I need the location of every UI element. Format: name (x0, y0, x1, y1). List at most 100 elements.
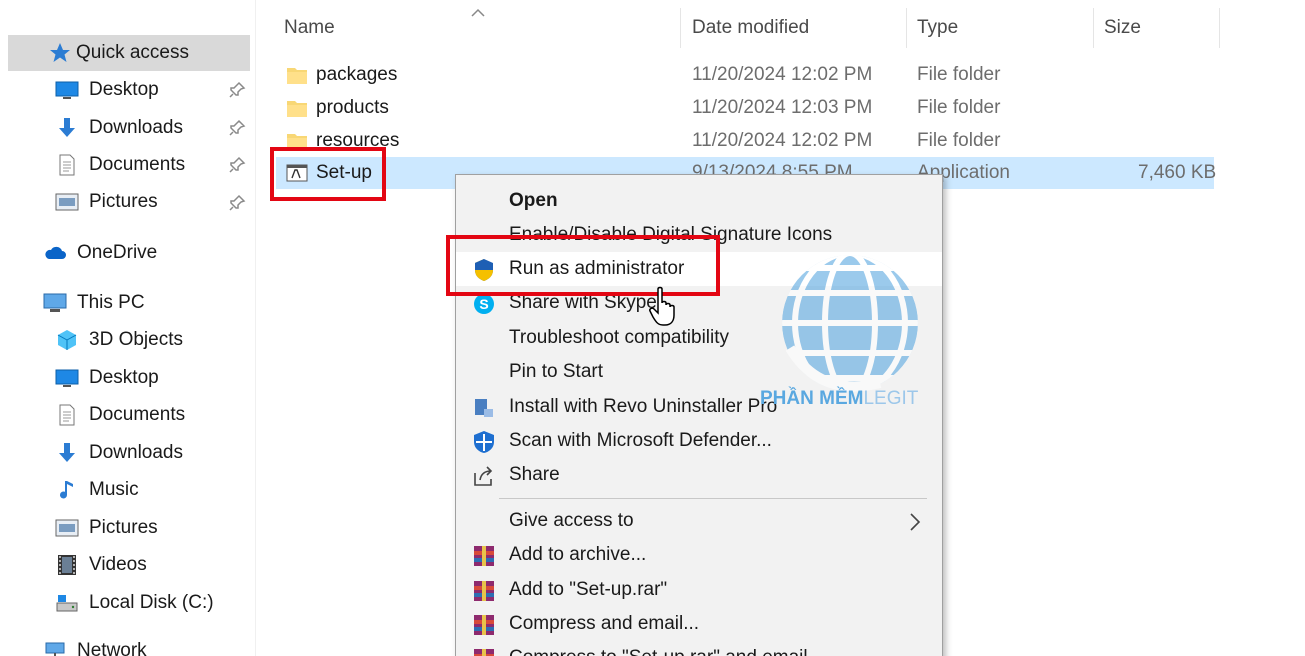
watermark-brand: PHẦN MỀM (760, 388, 864, 409)
column-divider[interactable] (1219, 8, 1220, 48)
pictures-icon (55, 193, 79, 211)
menu-label: Give access to (509, 510, 634, 531)
folder-icon (287, 101, 307, 117)
column-header-type[interactable]: Type (917, 17, 958, 39)
column-divider[interactable] (680, 8, 681, 48)
nav-pc-music[interactable]: Music (55, 472, 139, 508)
menu-label: Scan with Microsoft Defender... (509, 430, 772, 451)
nav-quick-downloads[interactable]: Downloads (55, 110, 183, 146)
winrar-icon (474, 581, 494, 601)
file-date: 11/20/2024 12:02 PM (692, 64, 873, 85)
pin-icon[interactable] (228, 156, 246, 174)
film-icon (58, 555, 76, 575)
nav-3d-objects[interactable]: 3D Objects (55, 322, 183, 358)
winrar-icon (474, 546, 494, 566)
nav-label: Desktop (89, 367, 159, 388)
nav-local-disk[interactable]: Local Disk (C:) (55, 585, 214, 621)
pin-icon[interactable] (228, 81, 246, 99)
nav-pc-downloads[interactable]: Downloads (55, 435, 183, 471)
nav-pc-videos[interactable]: Videos (55, 547, 147, 583)
file-row[interactable]: products 11/20/2024 12:03 PM File folder (276, 92, 1214, 124)
menu-label: Add to "Set-up.rar" (509, 579, 668, 600)
defender-icon (474, 431, 494, 453)
revo-uninstaller-icon (475, 399, 493, 417)
nav-quick-pictures[interactable]: Pictures (55, 184, 158, 220)
menu-item-defender[interactable]: Scan with Microsoft Defender... (456, 424, 942, 458)
nav-quick-desktop[interactable]: Desktop (55, 72, 159, 108)
document-icon (59, 154, 75, 176)
hand-cursor-icon (649, 286, 675, 326)
nav-quick-access[interactable]: Quick access (8, 35, 250, 71)
nav-label: Music (89, 479, 139, 500)
music-note-icon (60, 481, 73, 499)
menu-label: Pin to Start (509, 361, 603, 382)
column-divider[interactable] (1093, 8, 1094, 48)
star-icon (50, 43, 70, 62)
file-row[interactable]: packages 11/20/2024 12:02 PM File folder (276, 59, 1214, 91)
menu-label: Compress and email... (509, 613, 700, 634)
menu-item-pin-start[interactable]: Pin to Start (456, 355, 942, 389)
menu-highlight-box (446, 235, 720, 296)
cloud-icon (45, 246, 66, 259)
sort-ascending-icon (471, 8, 485, 17)
menu-item-add-rar[interactable]: Add to "Set-up.rar" (456, 573, 942, 607)
column-header-size[interactable]: Size (1104, 17, 1141, 39)
navigation-pane: Quick access Desktop Downloads Documents… (0, 0, 256, 656)
nav-label: This PC (77, 292, 145, 313)
watermark-suffix: LEGIT (863, 388, 919, 409)
nav-network[interactable]: Network (43, 633, 147, 656)
column-header-name[interactable]: Name (284, 17, 335, 39)
nav-label: Pictures (89, 191, 158, 212)
nav-label: Documents (89, 154, 186, 175)
menu-item-compress-rar-email[interactable]: Compress to "Set-up.rar" and email (456, 641, 942, 656)
nav-label: Downloads (89, 117, 183, 138)
menu-separator (499, 498, 927, 499)
nav-label: Pictures (89, 517, 158, 538)
nav-label: Videos (89, 554, 147, 575)
nav-label: Downloads (89, 442, 183, 463)
winrar-icon (474, 615, 494, 635)
nav-quick-documents[interactable]: Documents (55, 147, 185, 183)
pictures-icon (55, 519, 79, 537)
file-date: 11/20/2024 12:03 PM (692, 97, 873, 118)
menu-label: Open (509, 190, 558, 211)
menu-item-open[interactable]: Open (456, 184, 942, 218)
nav-this-pc[interactable]: This PC (43, 285, 145, 321)
nav-label: Network (77, 640, 147, 656)
menu-label: Troubleshoot compatibility (509, 327, 730, 348)
file-type: File folder (917, 130, 1001, 151)
menu-item-give-access[interactable]: Give access to (456, 504, 942, 538)
nav-label: Desktop (89, 79, 159, 100)
nav-label: Quick access (76, 42, 189, 63)
pin-icon[interactable] (228, 119, 246, 137)
pin-icon[interactable] (228, 194, 246, 212)
menu-item-share[interactable]: Share (456, 458, 942, 492)
chevron-right-icon (910, 513, 921, 531)
nav-pc-pictures[interactable]: Pictures (55, 510, 158, 546)
share-icon (474, 466, 493, 486)
nav-pc-documents[interactable]: Documents (55, 397, 185, 433)
svg-text:S: S (479, 296, 488, 312)
menu-label: Install with Revo Uninstaller Pro (509, 396, 778, 417)
folder-icon (287, 68, 307, 84)
menu-item-compress-email[interactable]: Compress and email... (456, 607, 942, 641)
menu-label: Add to archive... (509, 544, 647, 565)
winrar-icon (474, 649, 494, 656)
file-row[interactable]: resources 11/20/2024 12:02 PM File folde… (276, 125, 1214, 157)
nav-label: OneDrive (77, 242, 158, 263)
menu-item-troubleshoot[interactable]: Troubleshoot compatibility (456, 321, 942, 355)
file-highlight-box (270, 147, 386, 201)
desktop-icon (55, 81, 79, 99)
nav-label: 3D Objects (89, 329, 183, 350)
nav-label: Documents (89, 404, 186, 425)
file-name: packages (316, 64, 398, 85)
menu-item-add-archive[interactable]: Add to archive... (456, 538, 942, 572)
column-divider[interactable] (906, 8, 907, 48)
column-header-date[interactable]: Date modified (692, 17, 809, 39)
download-arrow-icon (59, 118, 75, 137)
file-type: File folder (917, 64, 1001, 85)
download-arrow-icon (59, 443, 75, 462)
nav-onedrive[interactable]: OneDrive (43, 235, 157, 271)
document-icon (59, 404, 75, 426)
nav-pc-desktop[interactable]: Desktop (55, 360, 159, 396)
